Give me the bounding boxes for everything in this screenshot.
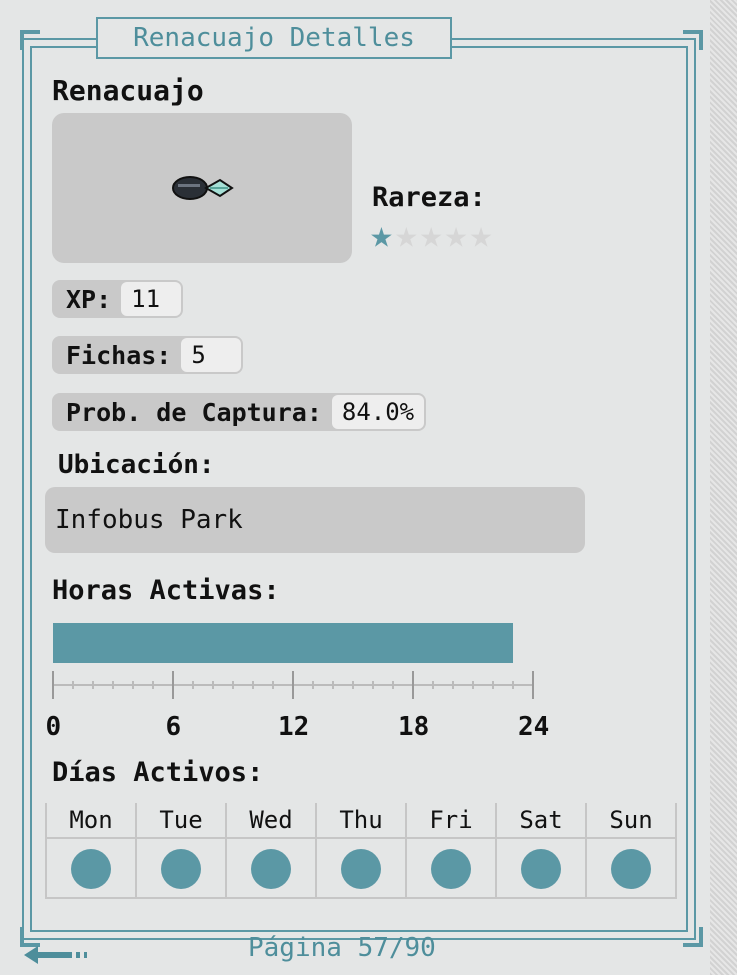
active-hours-label: Horas Activas:	[52, 575, 280, 606]
day-active-dot	[521, 849, 561, 889]
day-name: Tue	[137, 803, 225, 839]
day-name: Sun	[587, 803, 675, 839]
xp-label: XP:	[66, 284, 112, 314]
catch-rate-label: Prob. de Captura:	[66, 397, 322, 427]
day-name: Fri	[407, 803, 495, 839]
creature-portrait	[52, 113, 352, 263]
day-column: Sun	[587, 803, 675, 897]
xp-pill: XP: 11	[52, 280, 184, 318]
active-hours-chart	[52, 623, 534, 699]
tadpole-sprite	[172, 176, 234, 200]
day-active-dot	[161, 849, 201, 889]
day-name: Mon	[47, 803, 135, 839]
frame-corner-top-right	[683, 30, 703, 50]
rarity-stars: ★ ★ ★ ★ ★	[370, 215, 492, 253]
active-days-table: Mon Tue Wed Thu Fri Sat Sun	[45, 803, 677, 899]
page-indicator: Página 57/90	[248, 933, 436, 963]
location-label: Ubicación:	[58, 450, 215, 480]
rarity-star-empty-icon: ★	[394, 212, 418, 256]
hours-axis-tick-label: 0	[45, 712, 62, 742]
rarity-label: Rareza:	[372, 182, 486, 213]
frame-corner-top-left	[20, 30, 40, 50]
rarity-star-empty-icon: ★	[419, 212, 443, 256]
day-column: Wed	[227, 803, 317, 897]
catch-rate-value: 84.0%	[331, 395, 425, 429]
day-name: Wed	[227, 803, 315, 839]
active-hours-bar	[53, 623, 513, 663]
day-name: Thu	[317, 803, 405, 839]
hours-axis-tick-label: 24	[518, 712, 550, 742]
day-column: Mon	[47, 803, 137, 897]
hours-axis-tick-label: 18	[398, 712, 430, 742]
location-value: Infobus Park	[45, 487, 585, 553]
tokens-value: 5	[181, 338, 242, 372]
rarity-star-empty-icon: ★	[469, 212, 493, 256]
day-column: Sat	[497, 803, 587, 897]
day-column: Thu	[317, 803, 407, 897]
day-active-dot	[251, 849, 291, 889]
hours-axis-tick-label: 12	[278, 712, 310, 742]
hours-axis-tick-label: 6	[165, 712, 182, 742]
back-arrow-icon[interactable]	[22, 944, 92, 966]
rarity-star-empty-icon: ★	[444, 212, 468, 256]
day-active-dot	[341, 849, 381, 889]
catch-rate-pill: Prob. de Captura: 84.0%	[52, 393, 427, 431]
tokens-pill: Fichas: 5	[52, 336, 244, 374]
rarity-star-filled-icon: ★	[370, 212, 393, 256]
day-active-dot	[431, 849, 471, 889]
day-column: Fri	[407, 803, 497, 897]
active-days-label: Días Activos:	[52, 757, 264, 788]
scrollbar[interactable]	[710, 0, 737, 975]
day-column: Tue	[137, 803, 227, 897]
window-title: Renacuajo Detalles	[96, 17, 452, 59]
day-name: Sat	[497, 803, 585, 839]
creature-name: Renacuajo	[52, 74, 204, 107]
day-active-dot	[611, 849, 651, 889]
day-active-dot	[71, 849, 111, 889]
tokens-label: Fichas:	[66, 340, 172, 370]
xp-value: 11	[121, 282, 182, 316]
frame-corner-bottom-right	[683, 927, 703, 947]
